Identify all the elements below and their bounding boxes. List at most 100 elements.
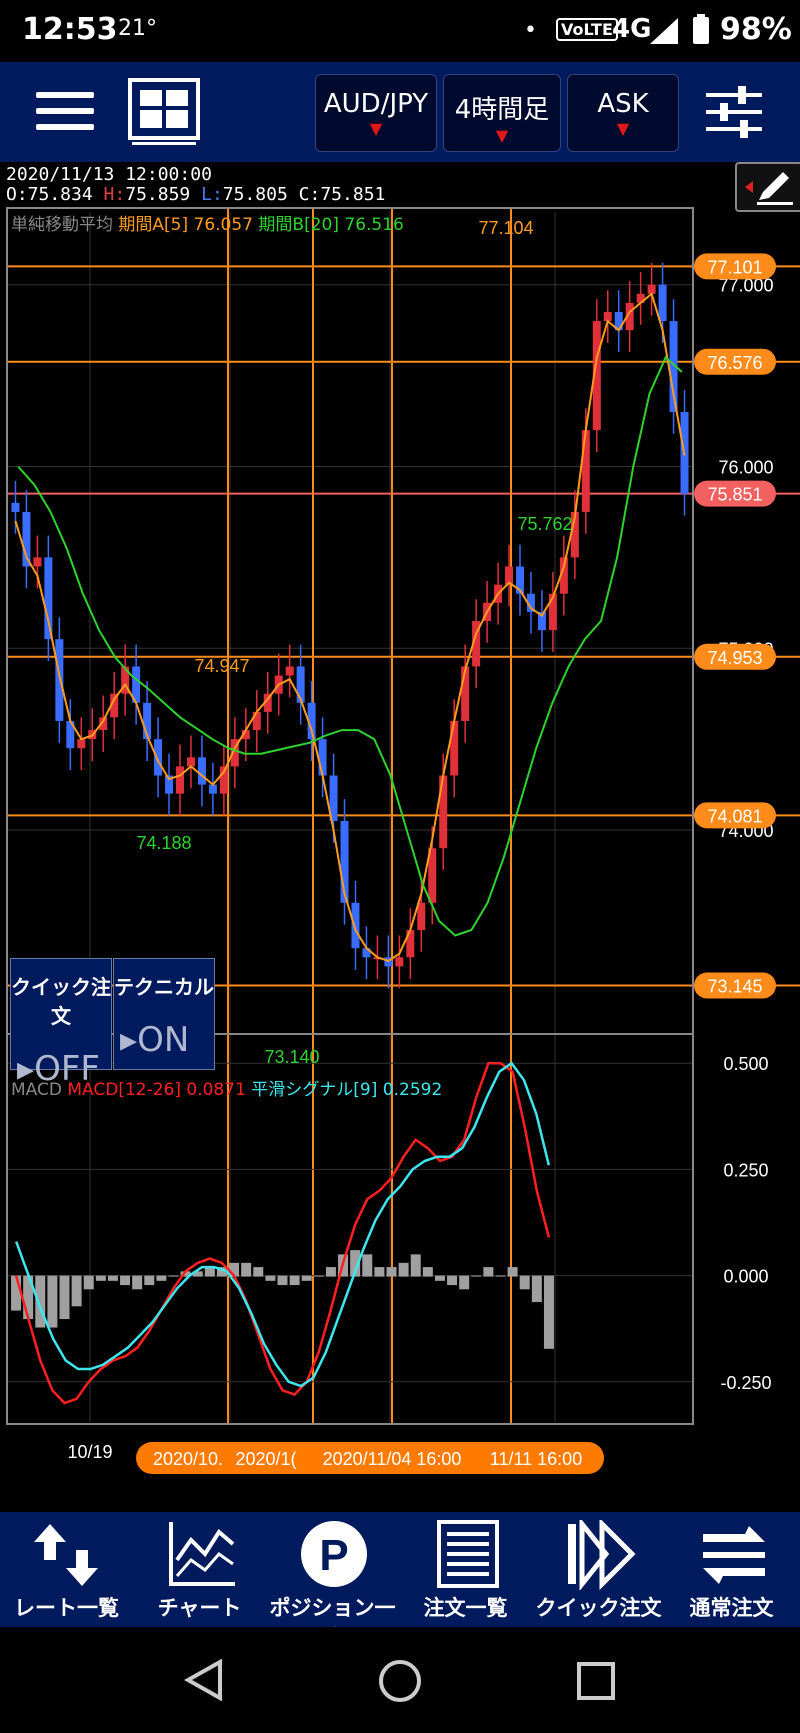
system-navigation [0, 1627, 800, 1733]
price-tag-label: 77.101 [707, 257, 762, 277]
candle [55, 639, 64, 721]
quick-order-toggle[interactable]: クイック注文 ▸OFF [10, 958, 112, 1089]
macd-histogram-bar [253, 1267, 264, 1277]
timeframe-label: 4時間足 [454, 95, 550, 125]
candle [176, 766, 184, 794]
price-chart[interactable]: 77.00076.00075.00074.00077.10176.57675.8… [0, 162, 800, 1512]
price-side-select[interactable]: ASK ▼ [567, 74, 679, 152]
candle [77, 739, 86, 749]
candle [186, 757, 195, 767]
technical-state: ▸ON [120, 1020, 190, 1060]
sliders-icon[interactable] [706, 84, 762, 140]
macd-histogram-bar [120, 1275, 131, 1286]
nav-order-list[interactable]: 注文一覧 [399, 1512, 532, 1627]
price-annotation: 74.188 [136, 833, 191, 853]
date-tag-label: 2020/1( [235, 1449, 296, 1469]
price-tag-label: 74.953 [707, 648, 762, 668]
back-icon[interactable] [184, 1659, 224, 1701]
macd-histogram-bar [410, 1254, 421, 1277]
nav-label: 注文一覧 [423, 1596, 508, 1620]
macd-histogram-bar [83, 1275, 94, 1290]
macd-axis-label: 0.000 [723, 1267, 768, 1287]
price-tag-label: 73.145 [707, 976, 762, 996]
sma-line-a [14, 292, 686, 962]
hamburger-icon[interactable] [36, 88, 94, 136]
sma-legend-title: 単純移動平均 [11, 215, 113, 235]
macd-histogram-bar [483, 1267, 494, 1277]
candle [658, 284, 667, 322]
macd-histogram-bar [11, 1275, 22, 1311]
signal-label: 平滑シグナル[9] 0.2592 [251, 1080, 443, 1100]
recents-icon[interactable] [576, 1661, 616, 1701]
macd-histogram-bar [132, 1275, 143, 1290]
macd-axis-label: 0.250 [723, 1160, 768, 1180]
temperature: 21° [118, 16, 157, 41]
dropdown-arrow-icon: ▼ [495, 126, 509, 145]
candle [197, 757, 206, 785]
candle [351, 902, 360, 949]
candle [33, 557, 42, 567]
nav-rate-list[interactable]: レート一覧 [0, 1512, 133, 1627]
technical-state-text: ON [137, 1020, 190, 1060]
price-tag-label: 75.851 [707, 485, 762, 505]
macd-histogram-bar [107, 1275, 118, 1281]
status-bar: 12:53 21° • VoLTE 4G 98% [0, 0, 800, 62]
macd-histogram-bar [362, 1254, 373, 1277]
macd-histogram-bar [543, 1275, 554, 1349]
date-tag-label: 11/11 16:00 [490, 1449, 582, 1469]
macd-histogram-bar [156, 1275, 167, 1281]
order-list-icon [437, 1520, 499, 1588]
nav-label: 通常注文 [689, 1596, 774, 1620]
macd-histogram-bar [95, 1275, 106, 1281]
volte-badge: VoLTE [556, 18, 618, 41]
svg-text:P: P [319, 1531, 348, 1580]
normal-order-icon [703, 1526, 765, 1584]
symbol-select[interactable]: AUD/JPY ▼ [315, 74, 437, 152]
technical-label: テクニカル [114, 975, 214, 999]
macd-histogram-bar [519, 1275, 530, 1290]
clock: 12:53 [22, 12, 118, 47]
nav-chart[interactable]: チャート [133, 1512, 266, 1627]
candle [44, 557, 53, 640]
price-annotation: 73.140 [264, 1047, 319, 1067]
home-icon[interactable] [378, 1659, 422, 1703]
timeframe-select[interactable]: 4時間足 ▼ [443, 74, 561, 152]
dropdown-arrow-icon: ▼ [369, 119, 383, 138]
drawing-tool-button[interactable] [735, 162, 800, 212]
technical-toggle[interactable]: テクニカル ▸ON [113, 958, 215, 1070]
quick-order-label: クイック注文 [11, 975, 111, 1028]
chart-area[interactable]: 2020/11/13 12:00:00 O:75.834 H:75.859 L:… [0, 162, 800, 1512]
date-tag-label: 2020/11/04 16:00 [323, 1449, 462, 1469]
price-annotation: 75.762 [517, 514, 572, 534]
nav-positions[interactable]: P ポジション一覧 [266, 1512, 399, 1650]
macd-histogram-bar [265, 1275, 276, 1281]
nav-label: クイック注文 [535, 1596, 662, 1620]
candle [581, 430, 590, 512]
chart-icon [169, 1522, 235, 1586]
quick-order-state: ▸OFF [17, 1049, 100, 1089]
nav-quick-order[interactable]: クイック注文 [532, 1512, 665, 1627]
date-axis-label: 10/19 [67, 1442, 112, 1462]
price-annotation: 77.104 [478, 218, 533, 238]
candle [318, 739, 327, 776]
candle [647, 284, 656, 294]
bottom-navigation: レート一覧 チャート P ポジション一覧 注文一覧 クイック注文 [0, 1512, 800, 1650]
sma-legend: 単純移動平均 期間A[5] 76.057 期間B[20] 76.516 [11, 210, 404, 235]
signal-line [15, 1061, 551, 1388]
price-tag-label: 74.081 [707, 806, 762, 826]
grid-layout-icon[interactable] [128, 78, 200, 146]
sma-b-label: 期間B[20] 76.516 [258, 215, 404, 235]
sma-a-label: 期間A[5] 76.057 [118, 215, 254, 235]
nav-normal-order[interactable]: 通常注文 [665, 1512, 798, 1627]
macd-histogram-bar [398, 1262, 409, 1277]
candle [395, 957, 404, 967]
candle [450, 720, 459, 776]
nav-label: レート一覧 [14, 1596, 119, 1620]
chart-toolbar: AUD/JPY ▼ 4時間足 ▼ ASK ▼ [0, 62, 800, 162]
price-tag-label: 76.576 [707, 353, 762, 373]
price-side-label: ASK [597, 89, 649, 119]
symbol-label: AUD/JPY [323, 89, 429, 119]
network-type: 4G [612, 14, 652, 44]
macd-histogram-bar [531, 1275, 542, 1303]
macd-axis-label: -0.250 [720, 1373, 771, 1393]
